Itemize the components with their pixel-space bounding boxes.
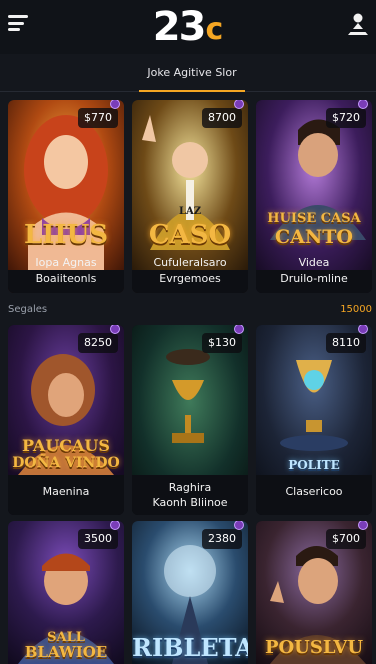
game-art-title: POLITE — [288, 458, 340, 472]
app-logo[interactable]: 23 c — [153, 7, 223, 47]
game-card[interactable]: $720 HUISE CASA CANTO Videa Druilo-mline — [256, 100, 372, 293]
game-art-title: POUSLVU — [264, 637, 364, 658]
game-caption-line2: Evrgemoes — [159, 272, 221, 285]
user-profile-icon[interactable] — [346, 11, 370, 37]
logo-accent-text: c — [205, 12, 224, 47]
game-art-subtitle: LAZ — [178, 206, 202, 217]
price-badge: 3500 — [78, 529, 118, 549]
section-more-link[interactable]: 15000 — [340, 304, 372, 315]
price-badge: $700 — [326, 529, 366, 549]
game-card[interactable]: 8700 LAZ CASO Cufuleralsaro Evrgemoes — [132, 100, 248, 293]
game-card[interactable]: $130 Raghira Kaonh Bliinoe — [132, 325, 248, 515]
game-caption-line1: Maenina — [42, 485, 90, 498]
tab-active[interactable]: Joke Agitive Slor — [139, 66, 245, 92]
game-card[interactable]: 8250 PAUCAUS DOÑA VINDO Maenina — [8, 325, 124, 515]
game-art-title: RIBLETA — [132, 633, 248, 662]
game-caption-line1: Videa — [298, 256, 330, 269]
game-art-title-line1: HUISE CASA — [267, 211, 361, 226]
price-badge: 8700 — [202, 108, 242, 128]
game-card[interactable]: 2380 RIBLETA — [132, 521, 248, 664]
game-caption-line1: Clasericoo — [285, 485, 343, 498]
game-art-title: CASO — [148, 220, 232, 250]
price-badge: $770 — [78, 108, 118, 128]
top-bar: 23 c — [0, 0, 376, 54]
game-caption-line2: Druilo-mline — [280, 272, 348, 285]
game-card[interactable]: 8110 POLITE Clasericoo — [256, 325, 372, 515]
price-badge: 2380 — [202, 529, 242, 549]
category-tab-bar: Joke Agitive Slor — [0, 58, 376, 92]
game-caption-line1: Iopa Agnas — [35, 256, 97, 269]
game-art-title-line2: CANTO — [275, 226, 353, 248]
hamburger-menu-icon[interactable] — [8, 13, 32, 33]
game-card[interactable]: $700 POUSLVU — [256, 521, 372, 664]
game-art-title: LIIUS — [23, 220, 109, 250]
game-caption-line2: Kaonh Bliinoe — [152, 496, 228, 509]
section-label: Segales — [8, 304, 48, 315]
game-card[interactable]: $770 LIIUS Iopa Agnas Boaiiteonls — [8, 100, 124, 293]
game-caption-line1: Raghira — [168, 481, 212, 494]
game-caption-line2: Boaiiteonls — [35, 272, 97, 285]
price-badge: 8110 — [326, 333, 366, 353]
game-caption-line1: Cufuleralsaro — [153, 256, 227, 269]
game-art-title-line1: PAUCAUS — [22, 436, 110, 455]
game-art-title-line2: DOÑA VINDO — [12, 455, 120, 471]
section-header: Segales 15000 — [8, 304, 372, 320]
app-root: 23 c Joke Agitive Slor $770 LIIUS Iopa A… — [0, 0, 376, 664]
price-badge: $130 — [202, 333, 242, 353]
price-badge: $720 — [326, 108, 366, 128]
game-art-title-line2: BLAWIOE — [24, 643, 108, 661]
price-badge: 8250 — [78, 333, 118, 353]
game-card[interactable]: 3500 SALL BLAWIOE — [8, 521, 124, 664]
logo-main-text: 23 — [152, 4, 207, 50]
